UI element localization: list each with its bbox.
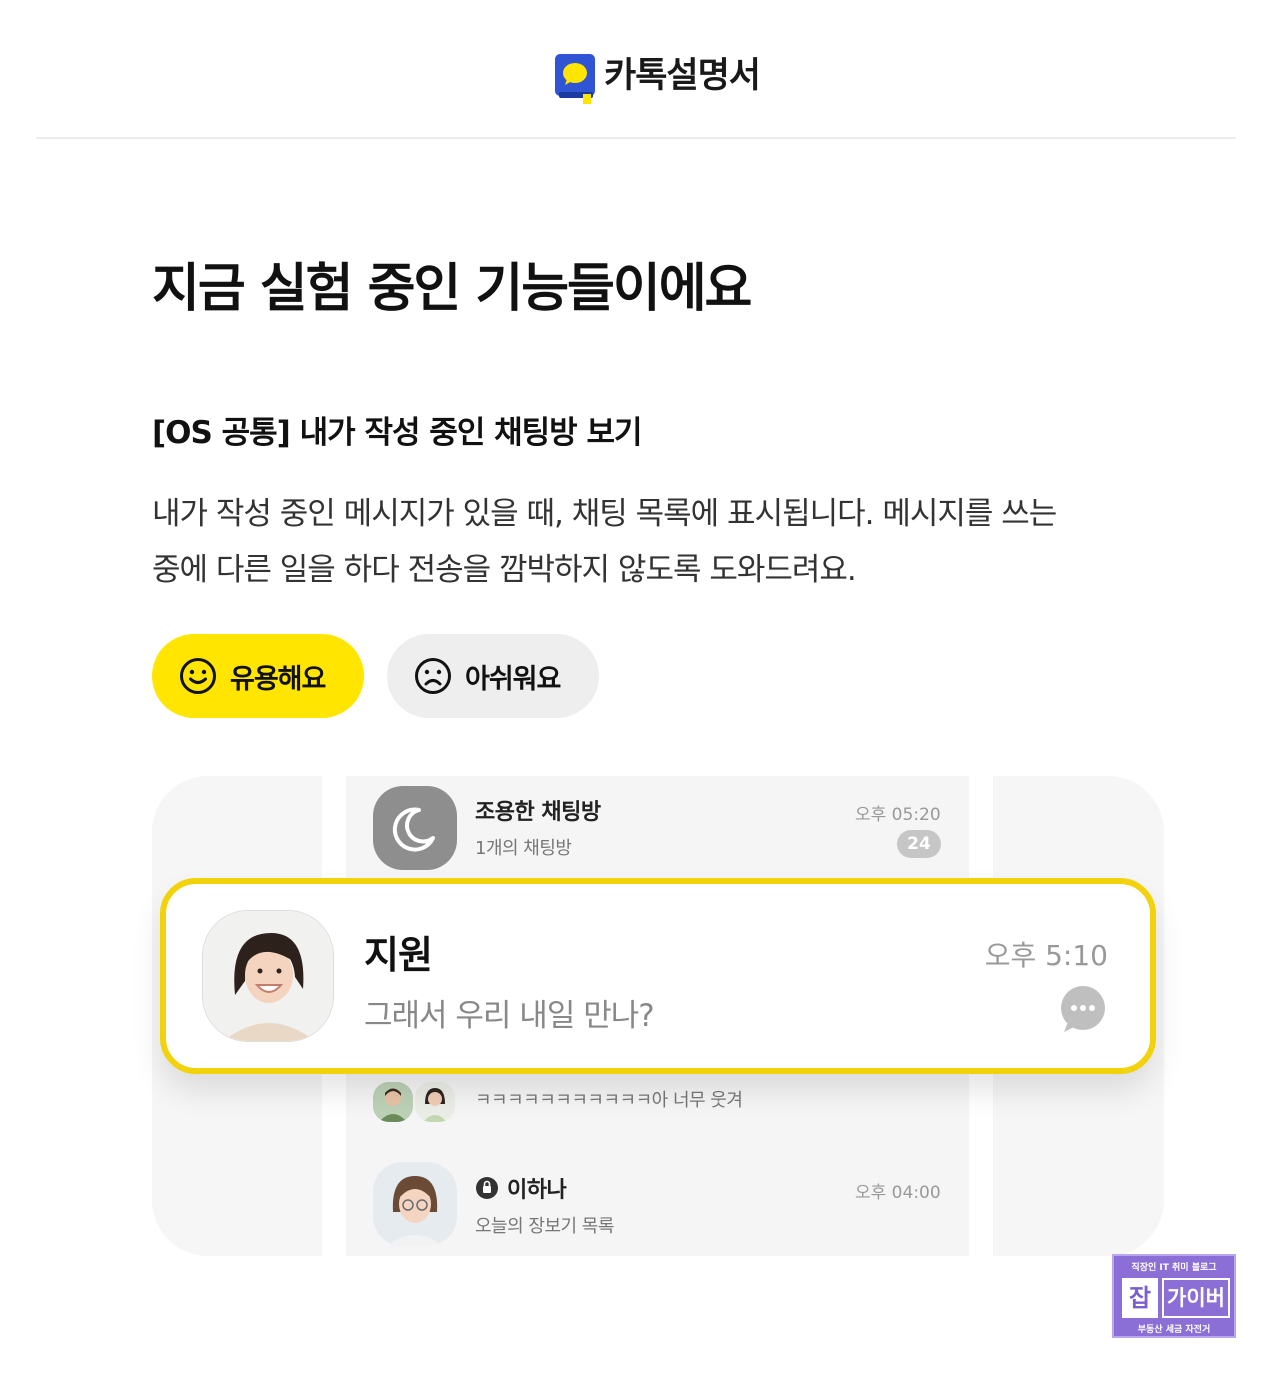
person-avatar-icon (203, 911, 333, 1041)
group-last-message: ㅋㅋㅋㅋㅋㅋㅋㅋㅋㅋㅋ아 너무 웃겨 (475, 1090, 743, 1111)
moon-icon (392, 807, 435, 852)
quiet-room-sub: 1개의 채팅방 (475, 838, 572, 859)
quiet-room-avatar (373, 786, 457, 870)
person-avatar-icon (373, 1082, 413, 1122)
draft-message: 그래서 우리 내일 만나? (364, 998, 655, 1034)
lee-avatar (373, 1162, 457, 1246)
feature-description-line2: 중에 다른 일을 하다 전송을 깜박하지 않도록 도와드려요. (152, 552, 857, 588)
quiet-room-time: 오후 05:20 (855, 805, 941, 825)
useful-button-label: 유용해요 (230, 663, 326, 695)
group-avatar-1 (373, 1082, 413, 1122)
sorry-button[interactable]: 아쉬워요 (387, 634, 599, 718)
watermark-top: 직장인 IT 취미 블로그 (1131, 1263, 1217, 1273)
kakao-book-logo-icon[interactable] (553, 52, 597, 104)
unread-badge: 24 (897, 830, 941, 858)
feature-title: [OS 공통] 내가 작성 중인 채팅방 보기 (152, 415, 643, 451)
draft-chat-row[interactable]: 지원 그래서 우리 내일 만나? 오후 5:10 (160, 878, 1156, 1074)
watermark-jap: 잡 (1122, 1278, 1158, 1318)
jiwon-name: 지원 (364, 933, 433, 977)
person-avatar-icon (373, 1162, 457, 1246)
person-avatar-icon (415, 1082, 455, 1122)
smile-face-icon (180, 658, 216, 694)
jiwon-avatar (202, 910, 334, 1042)
group-avatar-2 (415, 1082, 455, 1122)
page-title: 지금 실험 중인 기능들이에요 (152, 259, 752, 319)
typing-bubble-icon (1061, 986, 1105, 1032)
brand-name[interactable]: 카톡설명서 (604, 52, 761, 100)
watermark-name: 가이버 (1162, 1278, 1230, 1318)
draft-time: 오후 5:10 (984, 939, 1108, 972)
header-divider (36, 137, 1236, 139)
useful-button[interactable]: 유용해요 (152, 634, 364, 718)
watermark-bottom: 부동산 세금 자전거 (1137, 1325, 1211, 1335)
quiet-room-name: 조용한 채팅방 (475, 800, 601, 825)
watermark-logo: 직장인 IT 취미 블로그 잡 가이버 부동산 세금 자전거 (1112, 1254, 1236, 1338)
app-header: 카톡설명서 (0, 0, 1272, 139)
lee-name: 이하나 (507, 1178, 567, 1203)
feature-description: 내가 작성 중인 메시지가 있을 때, 채팅 목록에 표시됩니다. 메시지를 쓰… (152, 486, 1152, 598)
lock-circle-icon (476, 1177, 498, 1199)
sad-face-icon (415, 658, 451, 694)
lee-time: 오후 04:00 (855, 1183, 941, 1203)
feature-description-line1: 내가 작성 중인 메시지가 있을 때, 채팅 목록에 표시됩니다. 메시지를 쓰… (152, 496, 1057, 532)
lee-sub: 오늘의 장보기 목록 (475, 1216, 614, 1237)
sorry-button-label: 아쉬워요 (465, 663, 561, 695)
